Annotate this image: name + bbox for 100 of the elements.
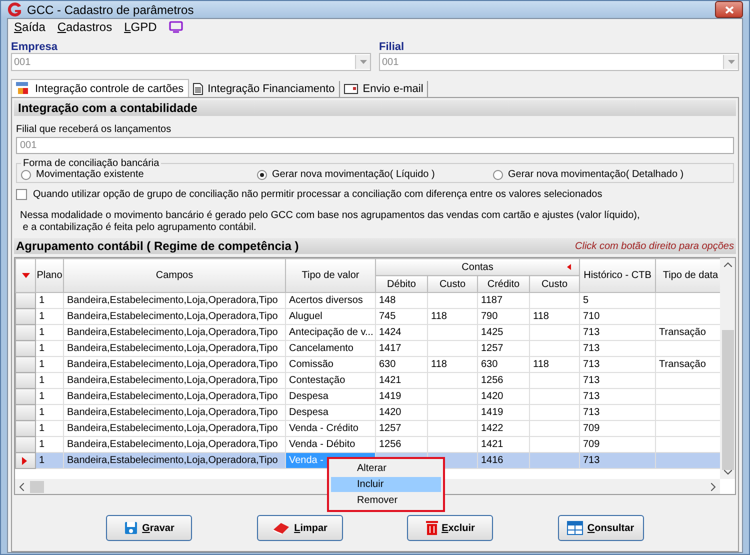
close-button[interactable] bbox=[715, 1, 743, 18]
table-cell: 118 bbox=[530, 356, 580, 372]
table-cell: 1 bbox=[36, 356, 64, 372]
menu-item[interactable]: Incluir bbox=[331, 477, 441, 492]
header-menu-icon[interactable] bbox=[16, 258, 36, 292]
row-header[interactable] bbox=[16, 404, 36, 420]
section-header: Integração com a contabilidade bbox=[14, 100, 736, 116]
table-cell: Comissão bbox=[286, 356, 376, 372]
column-header[interactable]: Débito bbox=[376, 276, 428, 292]
table-cell: 1416 bbox=[478, 452, 530, 468]
table-cell: Venda - Crédito bbox=[286, 420, 376, 436]
table-cell: Despesa bbox=[286, 388, 376, 404]
column-header[interactable]: Crédito bbox=[478, 276, 530, 292]
table-cell: 1420 bbox=[478, 388, 530, 404]
column-header[interactable]: Histórico - CTB bbox=[580, 258, 656, 292]
row-header[interactable] bbox=[16, 356, 36, 372]
scroll-thumb[interactable] bbox=[30, 480, 44, 492]
row-header[interactable] bbox=[16, 388, 36, 404]
table-cell: Bandeira,Estabelecimento,Loja,Operadora,Tipo bbox=[64, 308, 286, 324]
row-header[interactable] bbox=[16, 452, 36, 468]
grid-title: Agrupamento contábil ( Regime de competência ) bbox=[16, 239, 299, 253]
table-cell: 709 bbox=[580, 420, 656, 436]
dropdown-field[interactable]: 001 bbox=[11, 53, 371, 71]
table-cell: 1 bbox=[36, 324, 64, 340]
scroll-up-icon[interactable] bbox=[724, 262, 732, 267]
table-cell: 713 bbox=[580, 372, 656, 388]
monitor-icon[interactable] bbox=[168, 21, 183, 33]
table-cell: Antecipação de v... bbox=[286, 324, 376, 340]
table-cell: 1187 bbox=[478, 292, 530, 308]
row-header[interactable] bbox=[16, 324, 36, 340]
input-field[interactable]: 001 bbox=[16, 137, 734, 154]
action-button[interactable]: Limpar bbox=[256, 515, 343, 541]
row-header[interactable] bbox=[16, 340, 36, 356]
row-header[interactable] bbox=[16, 372, 36, 388]
table-cell: 630 bbox=[376, 356, 428, 372]
checkbox[interactable] bbox=[16, 189, 27, 200]
menu-item[interactable]: LGPD bbox=[124, 20, 157, 34]
scroll-left-icon[interactable] bbox=[19, 482, 24, 490]
table-cell: 713 bbox=[580, 340, 656, 356]
document-icon bbox=[192, 83, 203, 95]
menu-item[interactable]: Remover bbox=[331, 493, 441, 508]
table-cell: 148 bbox=[376, 292, 428, 308]
table-cell: Bandeira,Estabelecimento,Loja,Operadora,Tipo bbox=[64, 372, 286, 388]
row-header[interactable] bbox=[16, 436, 36, 452]
field-label: Filial que receberá os lançamentos bbox=[16, 124, 172, 135]
action-button[interactable]: Consultar bbox=[558, 515, 644, 541]
table-cell: Bandeira,Estabelecimento,Loja,Operadora,Tipo bbox=[64, 356, 286, 372]
table-cell: 713 bbox=[580, 452, 656, 468]
row-header[interactable] bbox=[16, 292, 36, 308]
table-cell: 713 bbox=[580, 388, 656, 404]
column-header[interactable]: Tipo de valor bbox=[286, 258, 376, 292]
column-header[interactable]: Plano bbox=[36, 258, 64, 292]
column-header[interactable]: Campos bbox=[64, 258, 286, 292]
group-title: Forma de conciliação bancária bbox=[22, 158, 160, 169]
vertical-scrollbar[interactable] bbox=[720, 258, 735, 479]
scroll-down-icon[interactable] bbox=[724, 470, 732, 475]
radio-button[interactable] bbox=[257, 170, 267, 180]
radio-label[interactable]: Gerar nova movimentação( Detalhado ) bbox=[508, 169, 684, 180]
scroll-thumb[interactable] bbox=[722, 330, 734, 470]
column-header[interactable]: Custo bbox=[530, 276, 580, 292]
row-header[interactable] bbox=[16, 420, 36, 436]
field-label: Filial bbox=[379, 41, 406, 53]
table-cell: 1 bbox=[36, 388, 64, 404]
dropdown-field[interactable]: 001 bbox=[379, 53, 739, 71]
column-header[interactable]: Tipo de data bbox=[656, 258, 720, 292]
action-button[interactable]: Excluir bbox=[407, 515, 494, 541]
table-cell: 1421 bbox=[376, 372, 428, 388]
table-cell: 1257 bbox=[478, 340, 530, 356]
collapse-arrow-icon[interactable] bbox=[567, 264, 571, 270]
menu-item[interactable]: Saída bbox=[14, 20, 46, 34]
table-cell: Despesa bbox=[286, 404, 376, 420]
cards-icon bbox=[16, 82, 30, 95]
radio-label[interactable]: Gerar nova movimentação( Líquido ) bbox=[272, 169, 435, 180]
table-cell: 1257 bbox=[376, 420, 428, 436]
table-cell: 1 bbox=[36, 372, 64, 388]
table-cell: 1 bbox=[36, 420, 64, 436]
app-logo-icon bbox=[7, 2, 23, 18]
column-group-header[interactable]: Contas bbox=[376, 258, 580, 276]
eraser-icon bbox=[272, 521, 290, 535]
tab[interactable]: Integração controle de cartões bbox=[11, 79, 189, 97]
table-cell: 745 bbox=[376, 308, 428, 324]
table-cell: 118 bbox=[428, 308, 478, 324]
radio-button[interactable] bbox=[493, 170, 503, 180]
table-icon bbox=[567, 521, 584, 535]
row-header[interactable] bbox=[16, 308, 36, 324]
field-label: Empresa bbox=[11, 41, 58, 53]
table-cell: 1 bbox=[36, 452, 64, 468]
table-cell: Bandeira,Estabelecimento,Loja,Operadora,Tipo bbox=[64, 292, 286, 308]
table-cell: 1 bbox=[36, 404, 64, 420]
table-cell: 1425 bbox=[478, 324, 530, 340]
scroll-right-icon[interactable] bbox=[711, 482, 716, 490]
menu-item[interactable]: Cadastros bbox=[57, 20, 112, 34]
action-button[interactable]: Gravar bbox=[106, 515, 192, 541]
table-cell: Bandeira,Estabelecimento,Loja,Operadora,Tipo bbox=[64, 324, 286, 340]
checkbox-label[interactable]: Quando utilizar opção de grupo de conciliação não permitir processar a conciliação com diferença entre os valores selecionados bbox=[33, 189, 602, 200]
radio-label[interactable]: Movimentação existente bbox=[36, 169, 144, 180]
column-header[interactable]: Custo bbox=[428, 276, 478, 292]
table-cell: 713 bbox=[580, 404, 656, 420]
table-cell: 790 bbox=[478, 308, 530, 324]
radio-button[interactable] bbox=[21, 170, 31, 180]
